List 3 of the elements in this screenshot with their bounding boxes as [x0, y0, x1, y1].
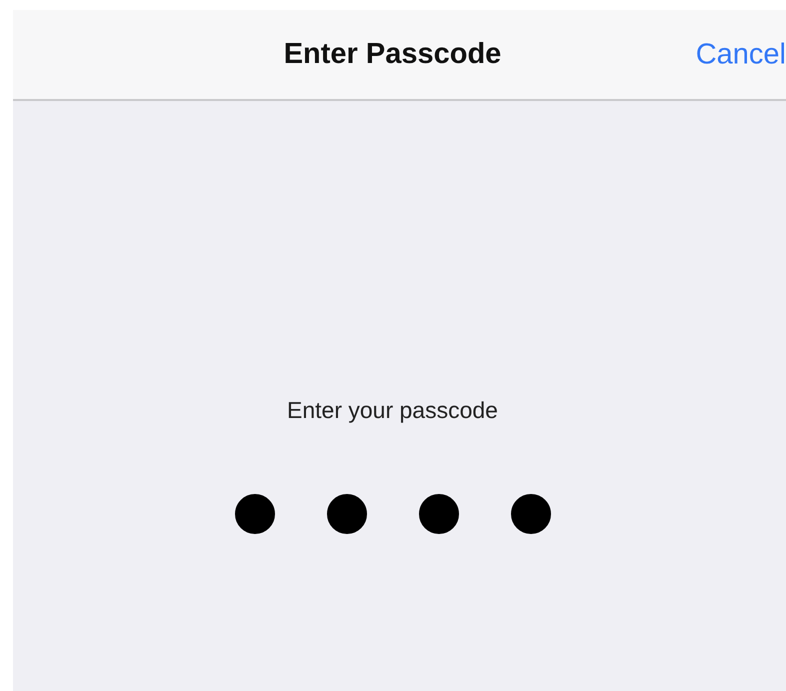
nav-title: Enter Passcode	[284, 38, 502, 71]
prompt-text: Enter your passcode	[287, 397, 498, 424]
cancel-button[interactable]: Cancel	[696, 38, 786, 71]
